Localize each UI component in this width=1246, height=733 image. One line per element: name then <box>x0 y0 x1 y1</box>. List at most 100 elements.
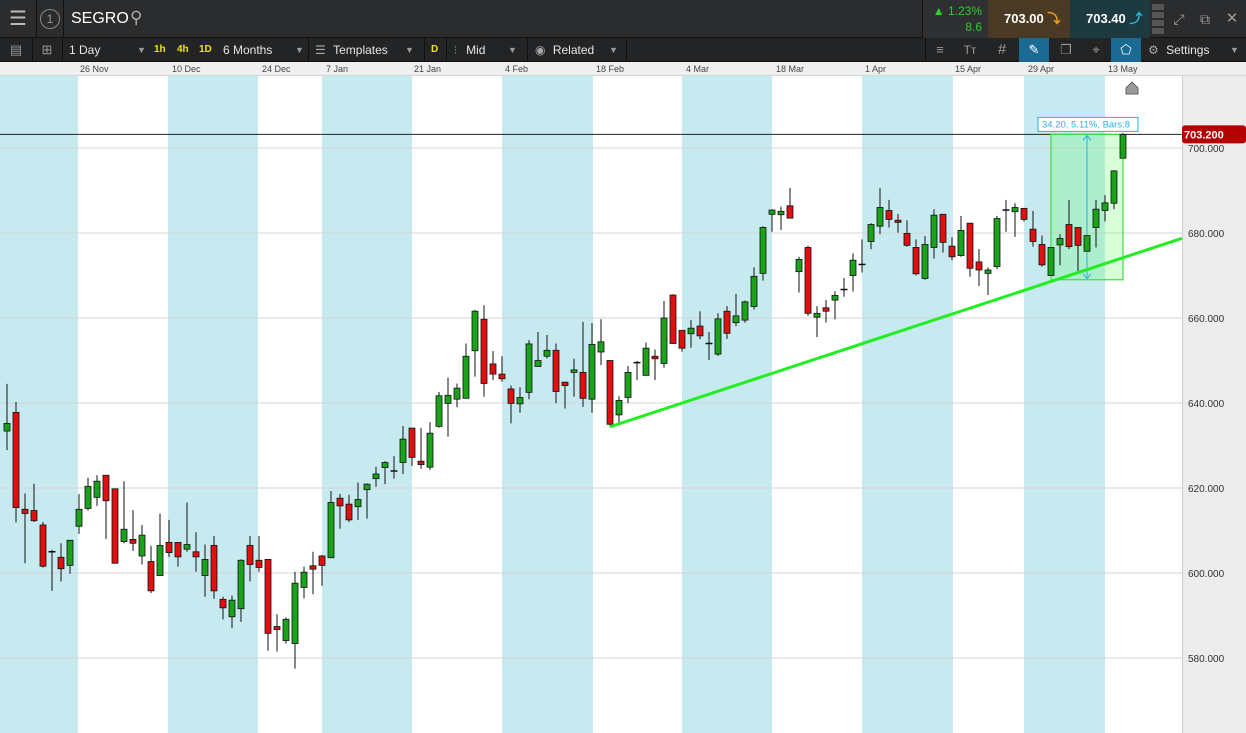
close-icon[interactable]: ✕ <box>1218 0 1246 38</box>
quick-1h-button[interactable]: 1h <box>154 38 166 62</box>
order-book-icon[interactable] <box>1152 4 1164 34</box>
text-size-icon[interactable]: Tт <box>956 38 984 62</box>
candle <box>147 545 155 593</box>
expand-icon[interactable]: ⤢ <box>1166 0 1192 38</box>
candle-body <box>813 312 821 318</box>
quick-4h-button[interactable]: 4h <box>177 38 189 62</box>
candle <box>1047 247 1055 276</box>
candle-body <box>1011 207 1019 213</box>
candle-body <box>30 510 38 522</box>
chevron-down-icon: ▼ <box>609 45 618 55</box>
candle <box>840 278 848 297</box>
interval-dropdown[interactable]: 1 Day ▼ <box>69 38 149 62</box>
x-tick-label: 18 Mar <box>776 64 805 74</box>
candle <box>1011 203 1019 237</box>
y-tick-label: 640.000 <box>1188 399 1225 410</box>
popout-icon[interactable]: ⧉ <box>1192 0 1218 38</box>
candle <box>651 349 659 381</box>
quick-1d-button[interactable]: 1D <box>199 38 212 62</box>
range-dropdown[interactable]: 6 Months ▼ <box>223 38 305 62</box>
candle-body <box>642 347 650 376</box>
candle-body <box>219 598 227 609</box>
candle-body <box>669 294 677 344</box>
candle-body <box>111 488 119 564</box>
crosshair-icon[interactable]: ⌖ <box>1082 38 1110 62</box>
candle-body <box>147 561 155 592</box>
candle <box>282 617 290 644</box>
candle-body <box>21 508 29 514</box>
candle-body <box>1092 208 1100 228</box>
period-band <box>682 76 772 733</box>
candle <box>759 226 767 281</box>
candle-body <box>624 371 632 398</box>
candle <box>102 474 110 539</box>
tag-icon[interactable]: ⬠ <box>1111 38 1141 62</box>
candlestick-chart[interactable]: 580.000 600.000 620.000 640.000 660.000 680.0… <box>0 76 1246 733</box>
y-tick-label: 680.000 <box>1188 229 1225 240</box>
candle-body <box>975 261 983 271</box>
candle-body <box>372 473 380 480</box>
candle-body <box>417 460 425 466</box>
list-icon[interactable]: ▤ <box>4 38 28 62</box>
candle-body <box>696 325 704 337</box>
candle-body <box>1101 202 1109 211</box>
candle-body <box>759 227 767 274</box>
gridlines-icon[interactable]: # <box>988 38 1016 62</box>
candle-body <box>129 539 137 544</box>
buy-button[interactable]: 703.40 ⤴ <box>1070 0 1150 38</box>
candle <box>615 396 623 423</box>
interval-value: 1 Day <box>69 43 101 57</box>
candle-body <box>867 224 875 242</box>
link-group-icon[interactable]: 1 <box>40 9 60 29</box>
search-icon[interactable]: ⚲ <box>130 6 142 30</box>
templates-dropdown[interactable]: ☰ Templates ▼ <box>315 38 421 62</box>
x-tick-label: 26 Nov <box>80 64 109 74</box>
candle-body <box>1056 238 1064 246</box>
x-tick-label: 15 Apr <box>955 64 982 74</box>
up-arrow-icon: ⤴ <box>1129 11 1143 26</box>
candle-body <box>291 582 299 644</box>
candle-body <box>1029 228 1037 242</box>
price-scale-icon[interactable]: ≡ <box>928 38 952 62</box>
candle <box>597 319 605 366</box>
candle-body <box>471 310 479 352</box>
candle-body <box>678 329 686 349</box>
x-tick-label: 4 Mar <box>686 64 710 74</box>
hamburger-menu-icon[interactable]: ☰ <box>0 0 36 38</box>
candle <box>660 301 668 368</box>
candle-body <box>606 360 614 425</box>
x-tick-label: 24 Dec <box>262 64 291 74</box>
x-tick-label: 4 Feb <box>505 64 529 74</box>
candle <box>138 524 146 565</box>
instrument-name[interactable]: SEGRO <box>71 7 129 31</box>
related-dropdown[interactable]: ◉ Related ▼ <box>535 38 623 62</box>
scroll-to-latest-icon[interactable] <box>1125 81 1139 95</box>
candle-body <box>336 497 344 507</box>
settings-dropdown[interactable]: ⚙ Settings ▼ <box>1148 38 1246 62</box>
candle <box>12 402 20 523</box>
candle-body <box>210 544 218 592</box>
candle-body <box>804 247 812 314</box>
price-type-dropdown[interactable]: ⫶ Mid ▼ <box>454 38 524 62</box>
candle-body <box>831 295 839 301</box>
candle-body <box>903 233 911 246</box>
candle-body <box>570 369 578 373</box>
layout-grid-icon[interactable]: ⊞ <box>36 38 58 62</box>
candle-body <box>192 551 200 558</box>
copy-layers-icon[interactable]: ❐ <box>1052 38 1080 62</box>
candle-body <box>255 559 263 568</box>
candle <box>291 571 299 669</box>
drawing-badge[interactable]: D <box>431 38 438 62</box>
candle <box>678 329 686 352</box>
draw-tools-icon[interactable]: ✎ <box>1019 38 1049 62</box>
down-arrow-icon: ⤵ <box>1047 11 1061 26</box>
candle <box>813 306 821 338</box>
sell-button[interactable]: 703.00 ⤵ <box>988 0 1070 38</box>
candle-body <box>1065 224 1073 248</box>
x-tick-label: 29 Apr <box>1028 64 1055 74</box>
change-block: ▲ 1.23% 8.6 <box>922 0 988 38</box>
candle-body <box>12 411 20 508</box>
candle-body <box>57 556 65 570</box>
candle <box>642 342 650 376</box>
chevron-down-icon: ▼ <box>508 45 517 55</box>
